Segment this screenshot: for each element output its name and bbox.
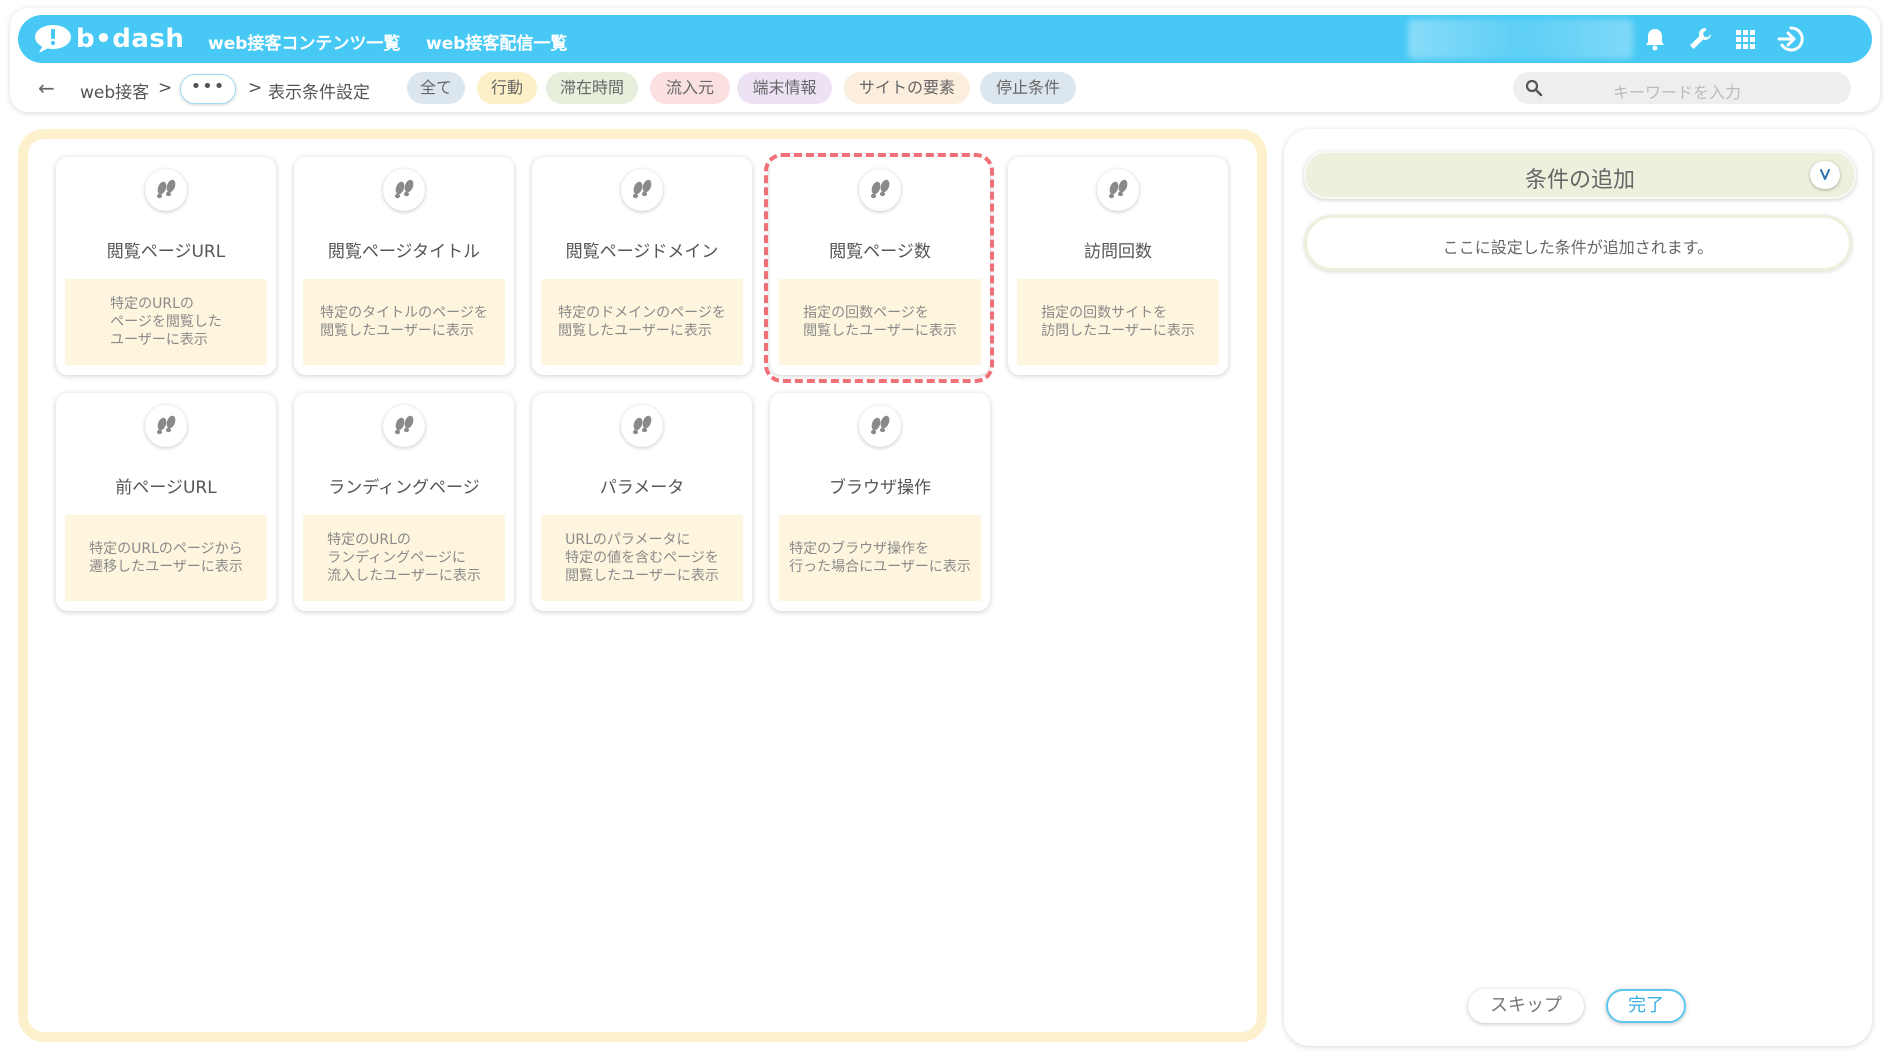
- footprints-icon: [383, 169, 425, 211]
- condition-card[interactable]: ブラウザ操作特定のブラウザ操作を 行った場合にユーザーに表示: [770, 393, 990, 611]
- footprints-icon: [859, 405, 901, 447]
- panel-title: 条件の追加: [1524, 168, 1635, 193]
- breadcrumb-separator: >: [248, 78, 263, 98]
- card-description: 特定のURLのページから 遷移したユーザーに表示: [65, 515, 267, 601]
- card-description: 特定のブラウザ操作を 行った場合にユーザーに表示: [779, 515, 981, 601]
- condition-card[interactable]: 訪問回数指定の回数サイトを 訪問したユーザーに表示: [1008, 157, 1228, 375]
- bell-icon[interactable]: [1640, 24, 1670, 54]
- condition-dropzone[interactable]: ここに設定した条件が追加されます。: [1304, 215, 1852, 271]
- card-title: 前ページURL: [115, 478, 217, 498]
- card-title: ランディングページ: [328, 478, 480, 498]
- panel-header: 条件の追加: [1304, 151, 1856, 199]
- breadcrumb-more-button[interactable]: •••: [180, 74, 236, 104]
- card-description: 特定のタイトルのページを 閲覧したユーザーに表示: [303, 279, 505, 365]
- logo-text: b•dash: [76, 24, 185, 54]
- condition-card[interactable]: ランディングページ特定のURLの ランディングページに 流入したユーザーに表示: [294, 393, 514, 611]
- footprints-icon: [621, 169, 663, 211]
- card-title: ブラウザ操作: [829, 478, 931, 498]
- logout-icon[interactable]: [1775, 24, 1805, 54]
- footprints-icon: [145, 405, 187, 447]
- back-arrow-icon[interactable]: ←: [38, 76, 55, 100]
- filter-chip[interactable]: 滞在時間: [546, 72, 638, 104]
- breadcrumb-current: 表示条件設定: [268, 83, 370, 103]
- filter-chip[interactable]: サイトの要素: [844, 72, 970, 104]
- logo-bubble-icon: [34, 24, 72, 54]
- nav-contents-list[interactable]: web接客コンテンツ一覧: [208, 29, 400, 54]
- search-placeholder: キーワードを入力: [1613, 83, 1742, 102]
- footprints-icon: [1097, 169, 1139, 211]
- breadcrumb-separator: >: [158, 78, 173, 98]
- condition-card[interactable]: 閲覧ページURL 特定のURLの ページを閲覧した ユーザーに表示: [56, 157, 276, 375]
- card-title: パラメータ: [599, 478, 685, 498]
- condition-add-panel: 条件の追加 ここに設定した条件が追加されます。 スキップ 完了: [1284, 129, 1872, 1046]
- condition-card[interactable]: 前ページURL 特定のURLのページから 遷移したユーザーに表示: [56, 393, 276, 611]
- condition-card[interactable]: 閲覧ページタイトル特定のタイトルのページを 閲覧したユーザーに表示: [294, 157, 514, 375]
- apps-grid-icon[interactable]: [1730, 24, 1760, 54]
- card-title: 閲覧ページタイトル: [327, 242, 481, 262]
- filter-chip[interactable]: 停止条件: [980, 72, 1076, 104]
- condition-card[interactable]: 閲覧ページドメイン特定のドメインのページを 閲覧したユーザーに表示: [532, 157, 752, 375]
- card-title: 閲覧ページドメイン: [565, 242, 719, 262]
- search-input[interactable]: キーワードを入力: [1513, 72, 1851, 104]
- condition-card[interactable]: パラメータ URLのパラメータに 特定の値を含むページを 閲覧したユーザーに表示: [532, 393, 752, 611]
- top-navbar: b•dash web接客コンテンツ一覧 web接客配信一覧: [18, 15, 1872, 63]
- breadcrumb-root[interactable]: web接客: [80, 78, 149, 103]
- done-button[interactable]: 完了: [1606, 989, 1686, 1023]
- filter-chip[interactable]: 端末情報: [737, 72, 832, 104]
- collapse-button[interactable]: [1810, 161, 1840, 189]
- card-description: 特定のURLの ランディングページに 流入したユーザーに表示: [303, 515, 505, 601]
- card-description: 指定の回数サイトを 訪問したユーザーに表示: [1017, 279, 1219, 365]
- selected-card-highlight: [764, 153, 994, 383]
- card-description: 特定のドメインのページを 閲覧したユーザーに表示: [541, 279, 743, 365]
- logo[interactable]: b•dash: [34, 22, 184, 56]
- chevron-down-icon: [1820, 169, 1830, 180]
- card-description: URLのパラメータに 特定の値を含むページを 閲覧したユーザーに表示: [541, 515, 743, 601]
- search-icon: [1525, 79, 1543, 97]
- footprints-icon: [621, 405, 663, 447]
- card-description: 特定のURLの ページを閲覧した ユーザーに表示: [65, 279, 267, 365]
- nav-delivery-list[interactable]: web接客配信一覧: [426, 29, 567, 54]
- user-info-blurred[interactable]: [1408, 19, 1633, 59]
- wrench-icon[interactable]: [1685, 24, 1715, 54]
- skip-button[interactable]: スキップ: [1468, 989, 1584, 1023]
- filter-chip[interactable]: 行動: [477, 72, 537, 104]
- filter-chip[interactable]: 全て: [407, 72, 465, 104]
- footprints-icon: [145, 169, 187, 211]
- footprints-icon: [383, 405, 425, 447]
- card-title: 訪問回数: [1084, 242, 1152, 262]
- filter-chip[interactable]: 流入元: [650, 72, 730, 104]
- dropzone-placeholder: ここに設定した条件が追加されます。: [1442, 238, 1714, 257]
- card-title: 閲覧ページURL: [106, 242, 226, 262]
